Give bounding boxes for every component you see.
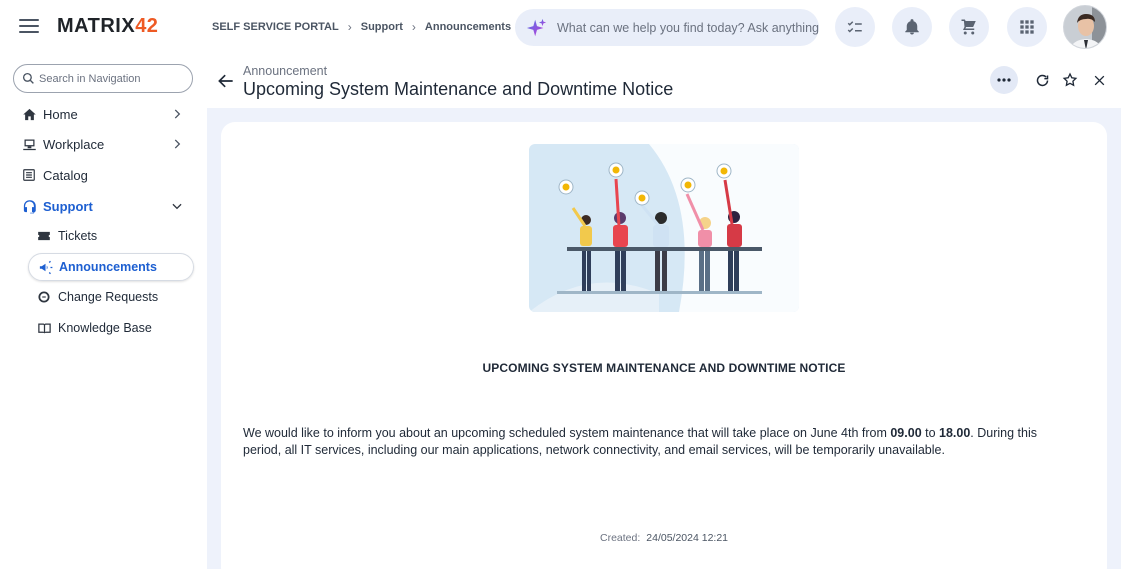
page-header: Announcement Upcoming System Maintenance… bbox=[207, 56, 1121, 108]
start-time: 09.00 bbox=[890, 426, 922, 440]
breadcrumb-announcements[interactable]: Announcements bbox=[425, 21, 511, 33]
main-content: Announcement Upcoming System Maintenance… bbox=[207, 56, 1121, 569]
sidebar-item-label: Knowledge Base bbox=[58, 321, 152, 335]
ai-search-placeholder: What can we help you find today? Ask any… bbox=[557, 20, 819, 35]
book-icon bbox=[36, 320, 52, 336]
grid-icon bbox=[1020, 20, 1034, 34]
home-icon bbox=[21, 106, 37, 122]
chevron-right-icon[interactable] bbox=[170, 137, 184, 151]
change-icon bbox=[36, 289, 52, 305]
sidebar-item-support[interactable]: Support bbox=[12, 192, 194, 220]
sidebar-item-label: Support bbox=[43, 198, 93, 214]
refresh-button[interactable] bbox=[1032, 70, 1052, 90]
sidebar-item-label: Workplace bbox=[43, 136, 105, 152]
computer-icon bbox=[21, 136, 37, 152]
search-icon bbox=[22, 72, 34, 84]
ticket-icon bbox=[36, 228, 52, 244]
favorite-button[interactable] bbox=[1060, 70, 1080, 90]
sidebar-item-label: Change Requests bbox=[58, 290, 159, 304]
tasks-button[interactable] bbox=[835, 7, 875, 47]
announcement-card: UPCOMING SYSTEM MAINTENANCE AND DOWNTIME… bbox=[221, 122, 1107, 569]
sidebar-item-home[interactable]: Home bbox=[12, 100, 194, 128]
sidebar-item-announcements[interactable]: Announcements bbox=[28, 253, 194, 281]
body-text: We would like to inform you about an upc… bbox=[243, 426, 891, 440]
logo-main: MATRIX bbox=[57, 15, 136, 37]
logo-accent: 42 bbox=[135, 15, 159, 37]
megaphone-icon bbox=[37, 259, 53, 275]
created-label: Created: bbox=[599, 532, 641, 544]
chevron-right-icon: › bbox=[411, 20, 416, 34]
announcement-heading: UPCOMING SYSTEM MAINTENANCE AND DOWNTIME… bbox=[482, 361, 846, 375]
avatar[interactable] bbox=[1063, 5, 1107, 49]
announcement-illustration bbox=[529, 144, 799, 312]
more-options-button[interactable] bbox=[990, 66, 1018, 94]
list-icon bbox=[21, 167, 37, 183]
chevron-down-icon[interactable] bbox=[170, 199, 184, 213]
back-arrow-icon[interactable] bbox=[216, 71, 236, 91]
sidebar-item-catalog[interactable]: Catalog bbox=[12, 161, 194, 189]
checklist-icon bbox=[847, 21, 862, 33]
user-photo bbox=[1064, 6, 1106, 48]
chevron-right-icon[interactable] bbox=[170, 107, 184, 121]
sidebar-item-workplace[interactable]: Workplace bbox=[12, 130, 194, 158]
sidebar-item-label: Catalog bbox=[43, 167, 88, 183]
breadcrumb-support[interactable]: Support bbox=[361, 21, 403, 33]
menu-icon[interactable] bbox=[19, 19, 39, 37]
refresh-icon bbox=[1036, 74, 1048, 86]
sparkle-icon bbox=[526, 18, 547, 37]
sidebar-item-tickets[interactable]: Tickets bbox=[28, 222, 194, 250]
body-text: to bbox=[921, 426, 940, 440]
page-type: Announcement bbox=[243, 64, 328, 78]
sidebar: Home Workplace Catalog Support Tickets A… bbox=[0, 56, 206, 569]
notifications-button[interactable] bbox=[892, 7, 932, 47]
announcement-body: We would like to inform you about an upc… bbox=[243, 425, 1073, 459]
created-value: 24/05/2024 12:21 bbox=[646, 532, 729, 544]
sidebar-item-label: Home bbox=[43, 106, 78, 122]
cart-button[interactable] bbox=[949, 7, 989, 47]
bell-icon bbox=[905, 19, 919, 35]
headset-icon bbox=[21, 198, 37, 214]
sidebar-item-label: Announcements bbox=[59, 260, 157, 274]
cart-icon bbox=[961, 19, 976, 35]
ai-search-input[interactable]: What can we help you find today? Ask any… bbox=[515, 9, 819, 46]
sidebar-item-label: Tickets bbox=[58, 229, 98, 243]
more-horizontal-icon bbox=[997, 78, 1011, 82]
apps-button[interactable] bbox=[1007, 7, 1047, 47]
sidebar-item-change-requests[interactable]: Change Requests bbox=[28, 283, 194, 311]
chevron-right-icon: › bbox=[347, 20, 352, 34]
breadcrumb: SELF SERVICE PORTAL › Support › Announce… bbox=[212, 20, 511, 34]
page-title: Upcoming System Maintenance and Downtime… bbox=[243, 79, 674, 99]
nav-search[interactable] bbox=[13, 64, 193, 93]
close-button[interactable] bbox=[1089, 70, 1109, 90]
close-icon bbox=[1094, 75, 1104, 85]
created-info: Created: 24/05/2024 12:21 bbox=[221, 532, 1107, 544]
end-time: 18.00 bbox=[939, 426, 971, 440]
nav-search-input[interactable] bbox=[39, 72, 184, 85]
sidebar-item-knowledge-base[interactable]: Knowledge Base bbox=[28, 314, 194, 342]
logo[interactable]: MATRIX42 bbox=[57, 15, 158, 38]
star-icon bbox=[1062, 72, 1078, 87]
breadcrumb-portal[interactable]: SELF SERVICE PORTAL bbox=[212, 21, 339, 33]
top-bar: MATRIX42 SELF SERVICE PORTAL › Support ›… bbox=[0, 0, 1121, 56]
